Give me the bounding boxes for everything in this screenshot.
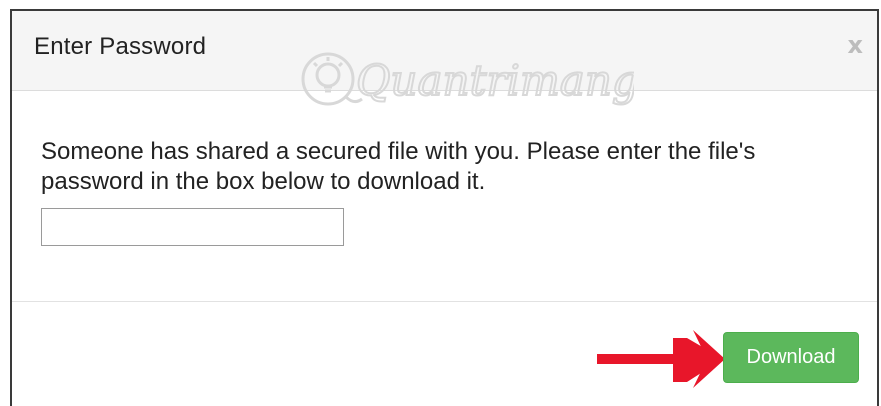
close-icon[interactable]: x [848, 31, 863, 59]
download-button[interactable]: Download [723, 332, 859, 383]
password-dialog: Enter Password x Quantrimang Someone has… [10, 9, 879, 406]
arrow-right-icon [597, 330, 725, 388]
password-input[interactable] [41, 208, 344, 246]
dialog-title: Enter Password [34, 33, 207, 60]
dialog-body: Someone has shared a secured file with y… [12, 91, 877, 301]
dialog-header: Enter Password x [12, 11, 877, 91]
dialog-message: Someone has shared a secured file with y… [41, 138, 756, 195]
dialog-footer: Download [12, 301, 877, 406]
